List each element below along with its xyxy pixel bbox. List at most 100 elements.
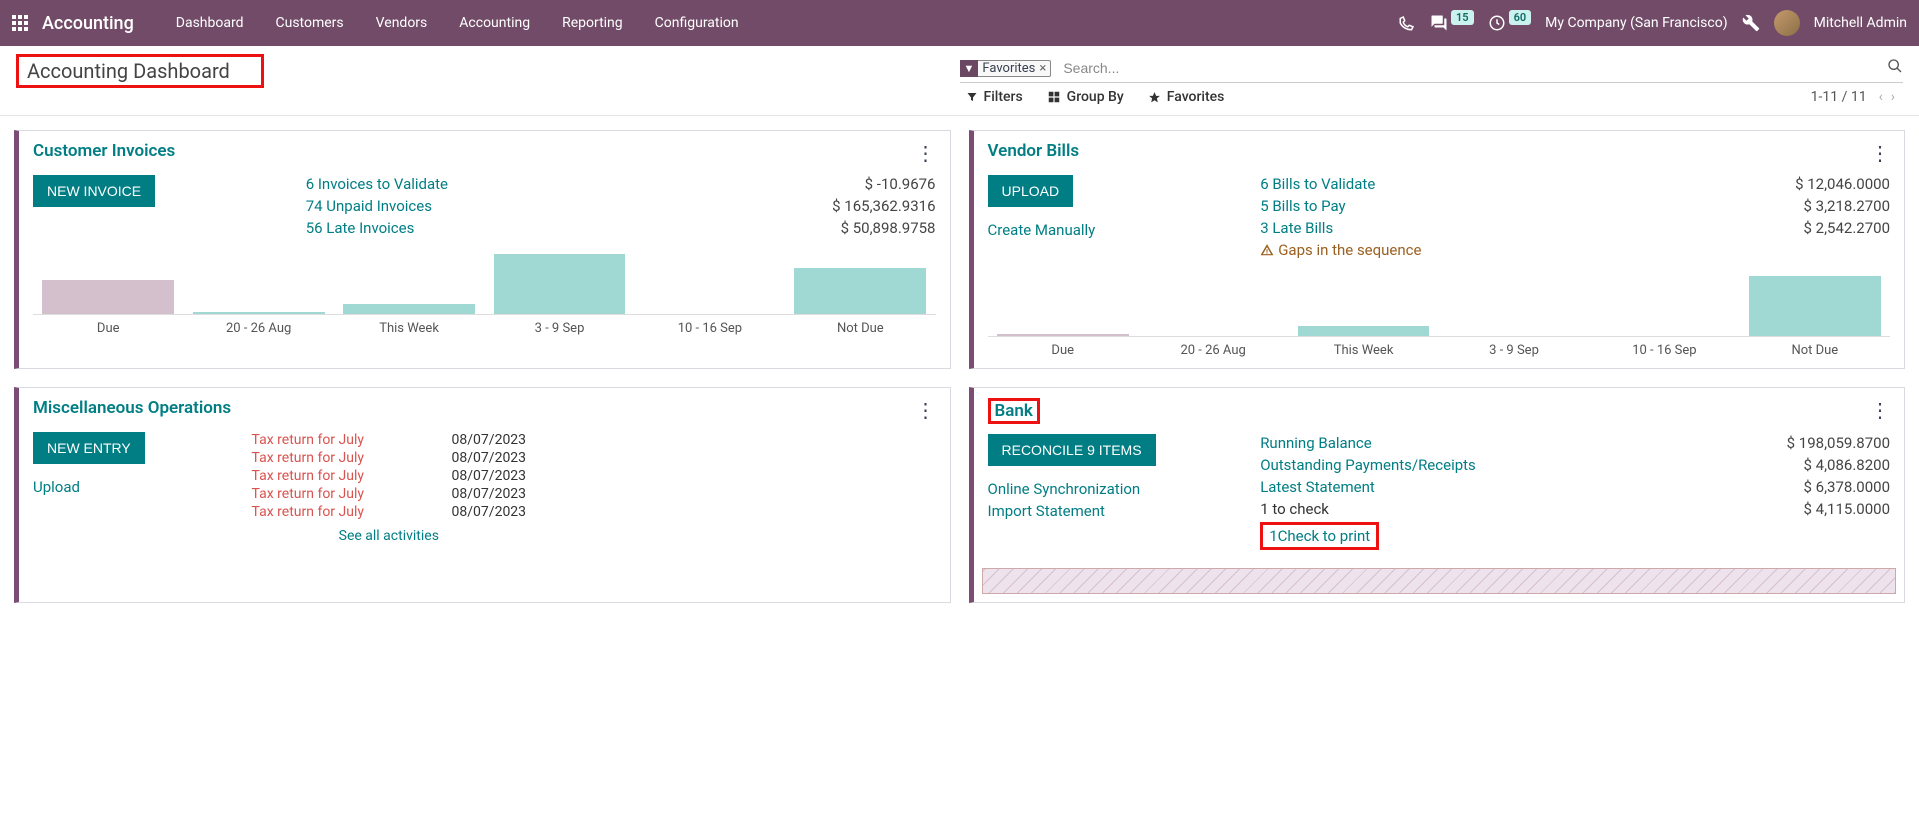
messages-icon[interactable]: 15 [1430,14,1474,32]
filter-pill-remove-icon[interactable]: × [1039,61,1046,76]
username[interactable]: Mitchell Admin [1814,15,1907,31]
kebab-icon[interactable] [1870,141,1890,165]
kanban-area: Customer Invoices NEW INVOICE 6 Invoices… [0,115,1919,617]
misc-row[interactable]: Tax return for July 08/07/2023 [252,486,527,502]
latest-statement-link[interactable]: Latest Statement [1260,478,1621,496]
chart-vendor-bills: Due20 - 26 AugThis Week3 - 9 Sep10 - 16 … [974,273,1905,368]
avatar[interactable] [1774,10,1800,36]
link-late-bills[interactable]: 3 Late Bills [1260,219,1621,237]
navbar: Accounting Dashboard Customers Vendors A… [0,0,1919,46]
misc-row[interactable]: Tax return for July 08/07/2023 [252,450,527,466]
chart-bar[interactable] [1749,276,1881,336]
kebab-icon[interactable] [916,398,936,422]
company-switcher[interactable]: My Company (San Francisco) [1545,15,1727,31]
misc-row-label: Tax return for July [252,450,392,466]
link-validate-invoices[interactable]: 6 Invoices to Validate [306,175,667,193]
filters-button[interactable]: Filters [966,89,1023,105]
amount: $ 2,542.2700 [1641,219,1890,237]
nav-vendors[interactable]: Vendors [362,0,442,46]
upload-link[interactable]: Upload [33,478,232,496]
misc-row-date: 08/07/2023 [452,432,527,448]
groupby-button[interactable]: Group By [1047,89,1124,105]
online-sync-link[interactable]: Online Synchronization [988,480,1241,498]
activity-icon[interactable]: 60 [1488,14,1532,32]
debug-icon[interactable] [1742,14,1760,32]
chart-bar[interactable] [42,280,174,314]
nav-configuration[interactable]: Configuration [641,0,753,46]
link-late-invoices[interactable]: 56 Late Invoices [306,219,667,237]
apps-icon[interactable] [12,15,28,31]
chart-label: 3 - 9 Sep [484,315,634,336]
pager-text[interactable]: 1-11 / 11 [1811,89,1867,105]
card-title[interactable]: Miscellaneous Operations [33,398,231,422]
chart-bar[interactable] [343,304,475,314]
pager-prev-icon[interactable]: ‹ [1877,87,1885,107]
kebab-icon[interactable] [916,141,936,165]
to-check-link[interactable]: 1 to check [1260,500,1329,518]
kebab-icon[interactable] [1870,398,1890,424]
card-misc-ops: Miscellaneous Operations NEW ENTRY Uploa… [14,387,951,603]
misc-row-label: Tax return for July [252,504,392,520]
nav-reporting[interactable]: Reporting [548,0,637,46]
amount: $ 4,115.0000 [1641,500,1890,518]
favorites-button[interactable]: Favorites [1148,89,1225,105]
nav-accounting[interactable]: Accounting [445,0,544,46]
upload-button[interactable]: UPLOAD [988,175,1074,207]
link-validate-bills[interactable]: 6 Bills to Validate [1260,175,1621,193]
outstanding-link[interactable]: Outstanding Payments/Receipts [1260,456,1621,474]
chart-bar[interactable] [1298,326,1430,336]
card-title[interactable]: Customer Invoices [33,141,175,165]
chart-label: Not Due [1740,337,1890,358]
chart-bar[interactable] [494,254,626,314]
chart-label: This Week [334,315,484,336]
search-input[interactable] [1059,56,1887,80]
misc-row-label: Tax return for July [252,468,392,484]
chart-bar[interactable] [794,268,926,314]
misc-row[interactable]: Tax return for July 08/07/2023 [252,468,527,484]
card-title[interactable]: Vendor Bills [988,141,1080,165]
search-box[interactable]: ▼ Favorites × [960,54,1904,83]
amount: $ 198,059.8700 [1641,434,1890,452]
running-balance-link[interactable]: Running Balance [1260,434,1621,452]
amount: $ 4,086.8200 [1641,456,1890,474]
link-pay-bills[interactable]: 5 Bills to Pay [1260,197,1621,215]
new-invoice-button[interactable]: NEW INVOICE [33,175,155,207]
see-all-activities-link[interactable]: See all activities [252,528,527,544]
search-toolbar: Filters Group By Favorites 1-11 / 11 ‹ › [960,83,1904,111]
pager-next-icon[interactable]: › [1889,87,1897,107]
create-manually-link[interactable]: Create Manually [988,221,1241,239]
chart-label: 10 - 16 Sep [1589,337,1739,358]
misc-row[interactable]: Tax return for July08/07/2023 [252,432,527,448]
card-customer-invoices: Customer Invoices NEW INVOICE 6 Invoices… [14,130,951,369]
filter-pill-favorites[interactable]: ▼ Favorites × [960,60,1052,77]
card-vendor-bills: Vendor Bills UPLOAD Create Manually 6 Bi… [969,130,1906,369]
chart-label: 10 - 16 Sep [635,315,785,336]
pager: 1-11 / 11 ‹ › [1811,87,1897,107]
page-title: Accounting Dashboard [27,59,230,83]
chart-bar[interactable] [193,312,325,314]
card-bank: Bank RECONCILE 9 ITEMS Online Synchroniz… [969,387,1906,603]
import-statement-link[interactable]: Import Statement [988,502,1241,520]
misc-row-label: Tax return for July [252,486,392,502]
check-to-print-link[interactable]: 1Check to print [1269,527,1370,545]
misc-row-date: 08/07/2023 [452,486,527,502]
filter-pill-label: Favorites [982,61,1035,76]
bank-timeline-strip[interactable] [982,568,1897,594]
chart-bar[interactable] [997,334,1129,337]
new-entry-button[interactable]: NEW ENTRY [33,432,145,464]
misc-row[interactable]: Tax return for July08/07/2023 [252,504,527,520]
misc-row-date: 08/07/2023 [452,468,527,484]
nav-customers[interactable]: Customers [262,0,358,46]
phone-icon[interactable] [1398,14,1416,32]
misc-row-date: 08/07/2023 [452,450,527,466]
gaps-warning[interactable]: Gaps in the sequence [1260,241,1621,259]
activity-badge: 60 [1509,10,1532,25]
link-unpaid-invoices[interactable]: 74 Unpaid Invoices [306,197,667,215]
chart-label: 20 - 26 Aug [1138,337,1288,358]
breadcrumb: Accounting Dashboard [16,54,264,88]
card-title[interactable]: Bank [995,401,1033,421]
nav-dashboard[interactable]: Dashboard [162,0,258,46]
search-icon[interactable] [1887,58,1903,78]
reconcile-button[interactable]: RECONCILE 9 ITEMS [988,434,1156,466]
brand-name[interactable]: Accounting [42,13,134,34]
